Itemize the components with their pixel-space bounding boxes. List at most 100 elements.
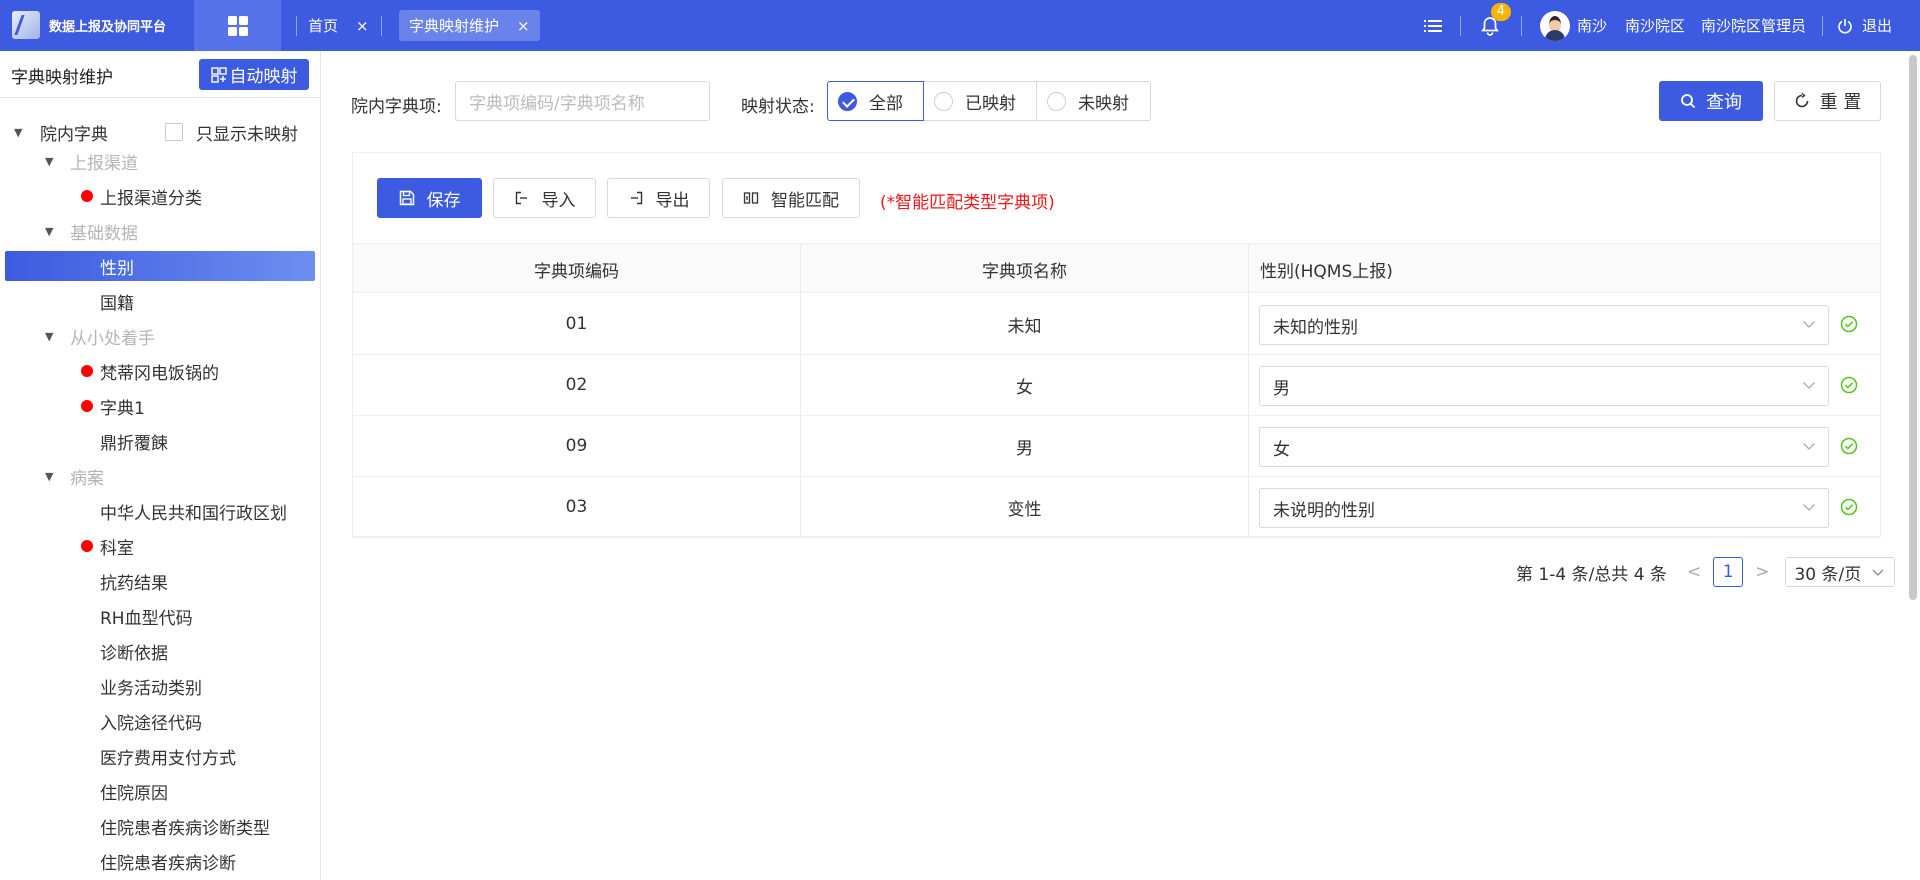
tree-leaf-item[interactable]: 梵蒂冈电饭锅的 <box>0 356 320 386</box>
tree-leaf-item[interactable]: 业务活动类别 <box>0 671 320 701</box>
unmapped-dot-icon <box>81 400 93 412</box>
tree-leaf-item[interactable]: 国籍 <box>0 286 320 316</box>
reset-button[interactable]: 重 置 <box>1774 81 1881 121</box>
mapping-select[interactable]: 未说明的性别 <box>1259 488 1829 528</box>
caret-down-icon[interactable]: ▼ <box>45 470 53 483</box>
mapping-status-label: 映射状态: <box>741 97 815 117</box>
tab-dict-mapping[interactable]: 字典映射维护 × <box>399 10 540 41</box>
tab-home-close-icon[interactable]: × <box>356 17 369 35</box>
table-header: 字典项编码 字典项名称 性别(HQMS上报) <box>353 243 1880 294</box>
chevron-down-icon <box>1872 569 1884 576</box>
auto-map-label: 自动映射 <box>229 67 298 87</box>
tree-item-label: 梵蒂冈电饭锅的 <box>100 363 219 384</box>
tree-leaf-item[interactable]: 字典1 <box>0 391 320 421</box>
export-label: 导出 <box>655 190 690 211</box>
save-icon <box>399 190 414 206</box>
tree-leaf-item[interactable]: 科室 <box>0 531 320 561</box>
tree-item-label: 抗药结果 <box>100 573 168 594</box>
tree-leaf-item[interactable]: 住院患者疾病诊断类型 <box>0 811 320 841</box>
tree-leaf-item[interactable]: 上报渠道分类 <box>0 181 320 211</box>
unmapped-dot-icon <box>81 540 93 552</box>
only-unmapped-checkbox[interactable] <box>165 123 183 141</box>
tree-leaf-item[interactable]: 性别 <box>5 251 315 281</box>
tree-root-label: 院内字典 <box>40 124 108 145</box>
match-icon <box>743 192 759 204</box>
tree-leaf-item[interactable]: 抗药结果 <box>0 566 320 596</box>
tree-leaf-item[interactable]: 住院原因 <box>0 776 320 806</box>
avatar[interactable] <box>1539 10 1570 41</box>
cell-name: 女 <box>1016 377 1033 398</box>
auto-map-button[interactable]: 自动映射 <box>199 59 309 90</box>
caret-down-icon[interactable]: ▼ <box>45 155 53 168</box>
col-header-name: 字典项名称 <box>982 261 1067 282</box>
column-divider <box>1248 294 1249 354</box>
tree-leaf-item[interactable]: 诊断依据 <box>0 636 320 666</box>
tree-leaf-item[interactable]: 住院患者疾病诊断 <box>0 846 320 876</box>
query-button[interactable]: 查询 <box>1659 81 1763 121</box>
tree-item-label: 从小处着手 <box>70 328 155 349</box>
tree-leaf-item[interactable]: RH血型代码 <box>0 601 320 631</box>
list-menu-button[interactable] <box>1423 18 1442 34</box>
tab-dict-mapping-close-icon[interactable]: × <box>517 17 530 35</box>
radio-circle-icon <box>1047 91 1066 111</box>
col-header-mapping: 性别(HQMS上报) <box>1260 261 1393 282</box>
search-icon <box>1681 94 1696 109</box>
caret-down-icon[interactable]: ▼ <box>14 126 22 139</box>
mapping-select-value: 男 <box>1273 378 1290 399</box>
tree-group-item[interactable]: ▼ 从小处着手 <box>0 321 320 351</box>
tree-leaf-item[interactable]: 医疗费用支付方式 <box>0 741 320 771</box>
map-icon <box>210 66 227 83</box>
export-button[interactable]: 导出 <box>607 178 710 218</box>
notification-button[interactable]: 4 <box>1479 2 1511 37</box>
tree-group-item[interactable]: ▼ 上报渠道 <box>0 146 320 176</box>
tree-root-item[interactable]: ▼ 院内字典 只显示未映射 <box>0 117 320 147</box>
mapping-select[interactable]: 女 <box>1259 427 1829 467</box>
radio-unmapped[interactable]: 未映射 <box>1036 81 1151 121</box>
page-scrollbar[interactable] <box>1909 55 1917 600</box>
tree-item-label: 上报渠道 <box>70 153 138 174</box>
caret-down-icon[interactable]: ▼ <box>45 330 53 343</box>
export-icon <box>630 191 642 205</box>
logout-button[interactable]: 退出 <box>1837 15 1892 36</box>
cell-code: 01 <box>565 314 588 334</box>
column-divider <box>800 244 801 294</box>
tab-separator <box>381 16 382 36</box>
cell-code: 02 <box>565 375 588 395</box>
import-label: 导入 <box>541 190 576 211</box>
app-grid-button[interactable] <box>194 0 281 51</box>
campus-name[interactable]: 南沙院区 <box>1625 15 1685 36</box>
user-name[interactable]: 南沙 <box>1577 15 1607 36</box>
save-button[interactable]: 保存 <box>377 178 482 218</box>
mapping-select[interactable]: 未知的性别 <box>1259 305 1829 345</box>
caret-down-icon[interactable]: ▼ <box>45 225 53 238</box>
prev-page-button[interactable]: < <box>1687 562 1701 582</box>
refresh-icon <box>1795 93 1808 108</box>
tree-leaf-item[interactable]: 鼎折覆餗 <box>0 426 320 456</box>
dict-search-input[interactable]: 字典项编码/字典项名称 <box>455 81 710 121</box>
smart-match-button[interactable]: 智能匹配 <box>722 178 860 218</box>
radio-mapped[interactable]: 已映射 <box>923 81 1037 121</box>
save-label: 保存 <box>426 190 461 211</box>
import-button[interactable]: 导入 <box>493 178 596 218</box>
tree-leaf-item[interactable]: 中华人民共和国行政区划 <box>0 496 320 526</box>
col-header-code: 字典项编码 <box>534 261 619 282</box>
platform-logo[interactable]: 数据上报及协同平台 <box>12 10 166 40</box>
tab-home[interactable]: 首页 × <box>298 10 379 41</box>
column-divider <box>1248 477 1249 537</box>
column-divider <box>800 294 801 354</box>
next-page-button[interactable]: > <box>1755 562 1769 582</box>
page-size-select[interactable]: 30 条/页 <box>1785 557 1896 587</box>
unmapped-dot-icon <box>81 190 93 202</box>
only-unmapped-label[interactable]: 只显示未映射 <box>196 120 298 145</box>
tree-leaf-item[interactable]: 入院途径代码 <box>0 706 320 736</box>
mapping-select[interactable]: 男 <box>1259 366 1829 406</box>
radio-all[interactable]: 全部 <box>827 81 924 121</box>
column-divider <box>800 416 801 476</box>
user-role[interactable]: 南沙院区管理员 <box>1701 15 1806 36</box>
tree-group-item[interactable]: ▼ 基础数据 <box>0 216 320 246</box>
page-1-button[interactable]: 1 <box>1713 557 1744 587</box>
cell-name: 男 <box>1016 438 1033 459</box>
tree-item-label: 医疗费用支付方式 <box>100 748 236 769</box>
tree-group-item[interactable]: ▼ 病案 <box>0 461 320 491</box>
cell-name: 未知 <box>1007 316 1042 337</box>
